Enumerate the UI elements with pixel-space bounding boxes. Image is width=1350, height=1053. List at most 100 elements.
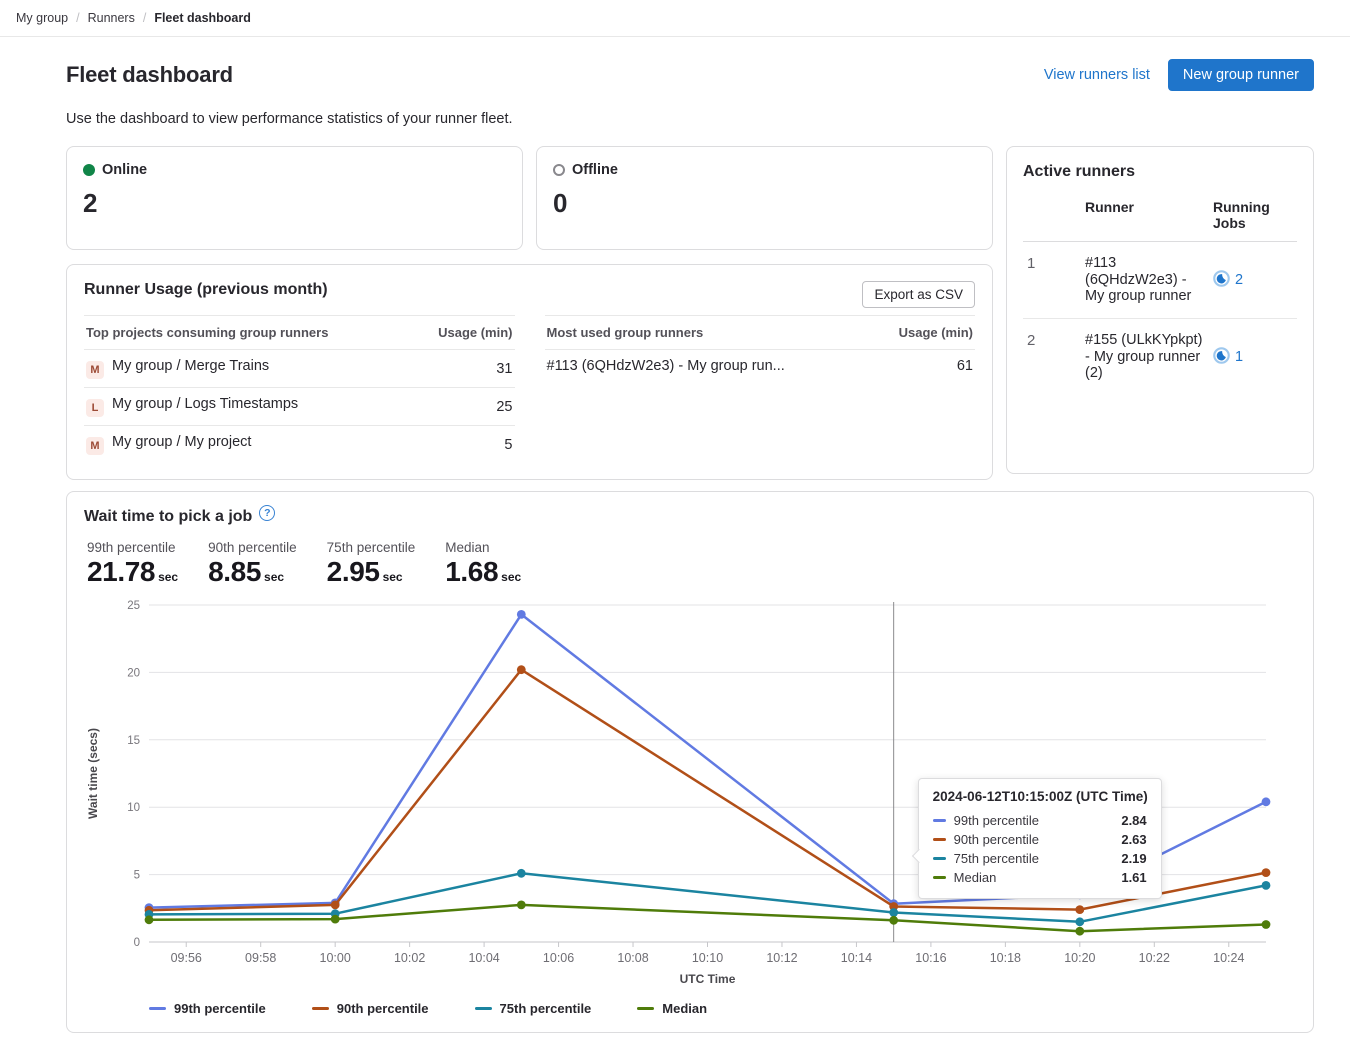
table-row: MMy group / My project5 xyxy=(84,426,515,464)
tooltip-series-row: 99th percentile2.84 xyxy=(933,811,1147,830)
stat-label: 90th percentile xyxy=(208,540,297,555)
table-row: MMy group / Merge Trains31 xyxy=(84,350,515,388)
project-cell: MMy group / Merge Trains xyxy=(84,350,411,388)
offline-status-icon xyxy=(553,164,565,176)
legend-swatch xyxy=(312,1007,329,1011)
legend-item[interactable]: 75th percentile xyxy=(475,1001,592,1016)
online-count: 2 xyxy=(83,188,506,219)
stat-value: 8.85sec xyxy=(208,556,297,588)
legend-item[interactable]: Median xyxy=(637,1001,707,1016)
online-runners-card: Online 2 xyxy=(66,146,523,250)
svg-text:25: 25 xyxy=(127,600,140,612)
breadcrumb-item-runners[interactable]: Runners xyxy=(88,11,135,25)
legend-item[interactable]: 90th percentile xyxy=(312,1001,429,1016)
legend-swatch xyxy=(475,1007,492,1011)
svg-text:5: 5 xyxy=(134,870,140,882)
active-runner-row: 1#113 (6QHdzW2e3) - My group runner2 xyxy=(1023,242,1297,319)
project-avatar: M xyxy=(86,361,104,379)
export-csv-button[interactable]: Export as CSV xyxy=(862,281,975,308)
wait-time-stat: 75th percentile2.95sec xyxy=(327,540,416,588)
online-status-icon xyxy=(83,164,95,176)
view-runners-list-link[interactable]: View runners list xyxy=(1044,67,1150,83)
svg-text:10:24: 10:24 xyxy=(1213,951,1244,965)
svg-text:10:04: 10:04 xyxy=(468,951,499,965)
page-title: Fleet dashboard xyxy=(66,62,233,88)
svg-text:09:56: 09:56 xyxy=(171,951,202,965)
stat-unit: sec xyxy=(383,570,403,584)
usage-cell: 61 xyxy=(870,350,975,383)
wait-time-card: Wait time to pick a job ? 99th percentil… xyxy=(66,491,1314,1033)
project-avatar: M xyxy=(86,437,104,455)
svg-text:10:20: 10:20 xyxy=(1064,951,1095,965)
tooltip-series-swatch xyxy=(933,857,946,861)
stat-label: 75th percentile xyxy=(327,540,416,555)
online-label: Online xyxy=(102,162,147,178)
runner-cell: #113 (6QHdzW2e3) - My group run... xyxy=(545,350,870,383)
stat-value: 1.68sec xyxy=(445,556,521,588)
svg-text:10:16: 10:16 xyxy=(915,951,946,965)
stat-unit: sec xyxy=(264,570,284,584)
project-cell: LMy group / Logs Timestamps xyxy=(84,388,411,426)
running-jobs-link[interactable]: 2 xyxy=(1213,270,1297,291)
svg-text:10:00: 10:00 xyxy=(320,951,351,965)
chart-tooltip: 2024-06-12T10:15:00Z (UTC Time) 99th per… xyxy=(918,778,1162,899)
offline-runners-card: Offline 0 xyxy=(536,146,993,250)
tooltip-series-swatch xyxy=(933,838,946,842)
most-used-runners-col-header: Most used group runners xyxy=(545,316,870,350)
tooltip-series-row: 90th percentile2.63 xyxy=(933,830,1147,849)
breadcrumb-separator: / xyxy=(143,11,146,25)
legend-label: 99th percentile xyxy=(174,1001,266,1016)
legend-label: 75th percentile xyxy=(500,1001,592,1016)
new-group-runner-button[interactable]: New group runner xyxy=(1168,59,1314,91)
tooltip-series-value: 2.19 xyxy=(1121,851,1146,866)
svg-text:10:18: 10:18 xyxy=(990,951,1021,965)
index-col-header xyxy=(1023,199,1081,231)
runner-name-link[interactable]: #113 (6QHdzW2e3) - My group runner xyxy=(1085,255,1209,305)
svg-text:10:14: 10:14 xyxy=(841,951,872,965)
runner-usage-title: Runner Usage (previous month) xyxy=(84,281,975,299)
page-description: Use the dashboard to view performance st… xyxy=(66,111,1314,127)
breadcrumb: My group / Runners / Fleet dashboard xyxy=(0,0,1350,37)
tooltip-title: 2024-06-12T10:15:00Z (UTC Time) xyxy=(933,789,1147,804)
page-header: Fleet dashboard View runners list New gr… xyxy=(66,59,1314,91)
tooltip-series-swatch xyxy=(933,876,946,880)
legend-swatch xyxy=(149,1007,166,1011)
stat-unit: sec xyxy=(158,570,178,584)
svg-text:10: 10 xyxy=(127,802,140,814)
svg-text:10:12: 10:12 xyxy=(766,951,797,965)
table-row: #113 (6QHdzW2e3) - My group run...61 xyxy=(545,350,976,383)
wait-time-chart[interactable]: 051015202509:5609:5810:0010:0210:0410:06… xyxy=(84,596,1296,993)
wait-time-stat: Median1.68sec xyxy=(445,540,521,588)
tooltip-series-row: Median1.61 xyxy=(933,868,1147,887)
top-projects-col-header: Top projects consuming group runners xyxy=(84,316,411,350)
stat-label: 99th percentile xyxy=(87,540,178,555)
wait-time-title: Wait time to pick a job xyxy=(84,508,252,526)
active-runners-table-header: Runner Running Jobs xyxy=(1023,199,1297,242)
running-jobs-link[interactable]: 1 xyxy=(1213,347,1297,368)
svg-text:10:22: 10:22 xyxy=(1139,951,1170,965)
wait-time-stat: 90th percentile8.85sec xyxy=(208,540,297,588)
running-jobs-count: 1 xyxy=(1235,349,1243,365)
svg-text:0: 0 xyxy=(134,937,140,949)
active-runners-title: Active runners xyxy=(1023,163,1297,181)
runner-index: 2 xyxy=(1023,332,1081,382)
tooltip-series-value: 2.84 xyxy=(1121,813,1146,828)
active-runners-card: Active runners Runner Running Jobs 1 #113… xyxy=(1006,146,1314,474)
wait-time-stat: 99th percentile21.78sec xyxy=(87,540,178,588)
help-icon[interactable]: ? xyxy=(259,505,275,521)
tooltip-series-row: 75th percentile2.19 xyxy=(933,849,1147,868)
stat-value: 2.95sec xyxy=(327,556,416,588)
legend-item[interactable]: 99th percentile xyxy=(149,1001,266,1016)
svg-text:15: 15 xyxy=(127,735,140,747)
svg-text:09:58: 09:58 xyxy=(245,951,276,965)
breadcrumb-item-my-group[interactable]: My group xyxy=(16,11,68,25)
offline-count: 0 xyxy=(553,188,976,219)
tooltip-series-name: Median xyxy=(954,870,1114,885)
usage-cell: 25 xyxy=(411,388,515,426)
svg-text:10:10: 10:10 xyxy=(692,951,723,965)
running-jobs-count: 2 xyxy=(1235,272,1243,288)
svg-text:10:08: 10:08 xyxy=(617,951,648,965)
usage-cell: 31 xyxy=(411,350,515,388)
runner-name-link[interactable]: #155 (ULkKYpkpt) - My group runner (2) xyxy=(1085,332,1209,382)
runner-col-header: Runner xyxy=(1085,199,1209,231)
